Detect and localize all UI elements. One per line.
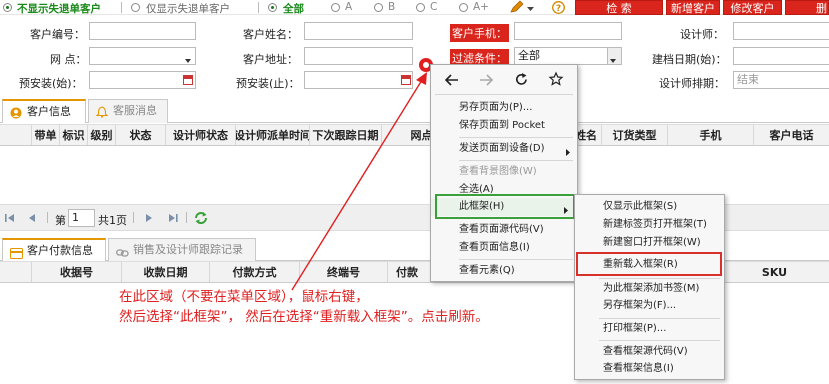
frame-submenu: 仅显示此框架(S) 新建标签页打开框架(T) 新建窗口打开框架(W) 重新载入框… — [574, 194, 725, 380]
menu-divider — [599, 340, 720, 341]
menu-divider — [599, 278, 720, 279]
highlight-this-frame — [435, 194, 575, 219]
menu-divider — [435, 94, 573, 95]
submenu-print-frame[interactable]: 打印框架(P)... — [575, 320, 724, 338]
context-menu: 另存页面为(P)... 保存页面到 Pocket 发送页面到设备(D) 查看背景… — [430, 64, 578, 282]
highlight-reload-frame — [576, 252, 722, 276]
bookmark-star-icon[interactable] — [548, 71, 564, 89]
menu-view-page-source[interactable]: 查看页面源代码(V) — [431, 221, 577, 239]
menu-divider — [599, 318, 720, 319]
submenu-arrow-icon — [566, 146, 571, 159]
annotation-line2: 然后选择“此框架”， 然后在选择“重新载入框架”。点击刷新。 — [119, 309, 489, 325]
annotation-line1: 在此区域（不要在菜单区域），鼠标右键， — [119, 289, 369, 305]
marker-dot — [423, 62, 429, 68]
menu-divider — [459, 137, 573, 138]
submenu-save-frame-as[interactable]: 另存框架为(F)... — [575, 297, 724, 315]
menu-inspect-element[interactable]: 查看元素(Q) — [431, 262, 577, 280]
submenu-open-in-tab[interactable]: 新建标签页打开框架(T) — [575, 216, 724, 234]
menu-view-bg-image[interactable]: 查看背景图像(W) — [431, 163, 577, 181]
menu-save-to-pocket[interactable]: 保存页面到 Pocket — [431, 117, 577, 135]
menu-save-page-as[interactable]: 另存页面为(P)... — [431, 99, 577, 117]
menu-divider — [459, 259, 573, 260]
submenu-view-frame-source[interactable]: 查看框架源代码(V) — [575, 343, 724, 361]
menu-divider — [459, 160, 573, 161]
menu-send-to-device[interactable]: 发送页面到设备(D) — [431, 140, 577, 158]
submenu-show-only-frame[interactable]: 仅显示此框架(S) — [575, 198, 724, 216]
back-icon[interactable] — [444, 74, 459, 89]
submenu-bookmark-frame[interactable]: 为此框架添加书签(M) — [575, 280, 724, 298]
submenu-open-in-window[interactable]: 新建窗口打开框架(W) — [575, 234, 724, 252]
reload-icon[interactable] — [515, 73, 528, 89]
submenu-view-frame-info[interactable]: 查看框架信息(I) — [575, 360, 724, 378]
forward-icon[interactable] — [479, 74, 494, 89]
menu-view-page-info[interactable]: 查看页面信息(I) — [431, 239, 577, 257]
